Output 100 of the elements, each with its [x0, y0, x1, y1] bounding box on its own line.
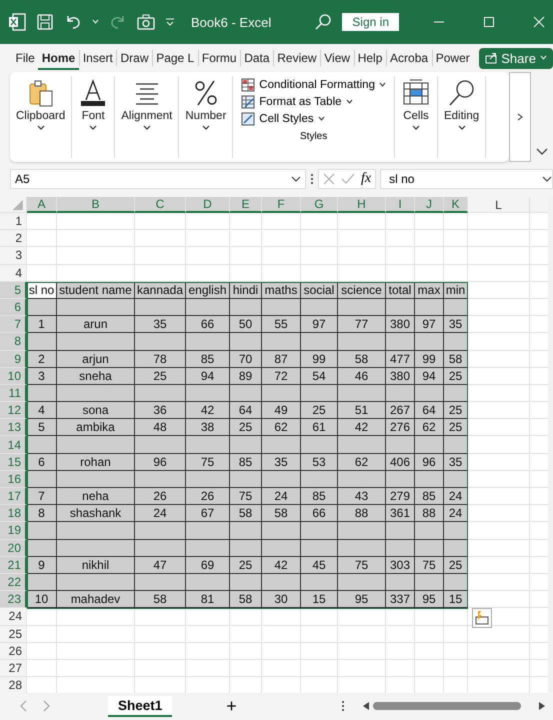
table-cell: 78 [135, 350, 186, 368]
row-header[interactable]: 21 [0, 556, 27, 574]
ribbon-tab[interactable]: Page L [152, 46, 198, 70]
row-header[interactable]: 13 [0, 419, 27, 436]
column-header[interactable]: F [262, 197, 301, 213]
table-cell: ambika [57, 419, 135, 436]
sign-in-button[interactable]: Sign in [342, 13, 399, 31]
table-cell: 53 [301, 454, 338, 471]
column-header[interactable]: E [230, 197, 262, 213]
row-header[interactable]: 22 [0, 574, 27, 592]
group-label: Styles [300, 131, 328, 142]
formula-input[interactable]: sl no [380, 169, 553, 189]
table-cell: 75 [338, 556, 386, 574]
ribbon-tab[interactable]: View [320, 46, 354, 70]
ribbon-group-label[interactable]: Alignment [121, 110, 172, 122]
table-cell: 88 [415, 505, 444, 522]
table-cell: 47 [135, 556, 186, 574]
table-cell: 24 [444, 505, 468, 522]
table-cell: 267 [386, 402, 415, 420]
table-cell: 99 [301, 350, 338, 368]
column-header[interactable]: K [444, 197, 468, 213]
row-header[interactable]: 17 [0, 488, 27, 506]
name-box[interactable]: A5 [10, 169, 306, 189]
row-header[interactable]: 20 [0, 540, 27, 557]
ribbon-tab[interactable]: Formu [198, 46, 240, 70]
row-header[interactable]: 11 [0, 384, 27, 402]
row-header[interactable]: 1 [0, 213, 27, 230]
row-header[interactable]: 14 [0, 436, 27, 454]
table-cell: arjun [57, 350, 135, 368]
row-header[interactable]: 12 [0, 402, 27, 420]
ribbon-tab[interactable]: Insert [79, 46, 116, 70]
column-header[interactable]: A [27, 197, 57, 213]
table-cell: 58 [262, 505, 301, 522]
table-cell: 7 [27, 488, 57, 506]
table-cell: 99 [415, 350, 444, 368]
ribbon-group-label[interactable]: Number [185, 110, 226, 122]
table-cell: 94 [415, 368, 444, 385]
ribbon-group-label[interactable]: Font [82, 110, 105, 122]
table-cell: 66 [301, 505, 338, 522]
row-header[interactable]: 15 [0, 454, 27, 471]
add-sheet-button[interactable]: + [226, 696, 237, 716]
insert-function-button[interactable]: fx [361, 171, 372, 187]
ribbon-group-label[interactable]: Clipboard [16, 110, 66, 122]
row-header[interactable]: 4 [0, 264, 27, 282]
style-menu-item[interactable]: Cell Styles [259, 113, 314, 125]
column-header[interactable]: L [468, 197, 530, 213]
row-header[interactable]: 16 [0, 470, 27, 488]
table-cell: 61 [301, 419, 338, 436]
column-header[interactable]: G [301, 197, 338, 213]
row-header[interactable]: 5 [0, 282, 27, 299]
ribbon-tab[interactable]: Power [432, 46, 474, 70]
ribbon-tab[interactable]: Draw [117, 46, 152, 70]
table-cell: 42 [186, 402, 230, 420]
row-header[interactable]: 2 [0, 230, 27, 248]
table-cell: 81 [186, 591, 230, 608]
style-menu-item[interactable]: Conditional Formatting [259, 79, 375, 91]
row-header[interactable]: 24 [0, 608, 27, 626]
column-header[interactable]: I [386, 197, 415, 213]
row-header[interactable]: 23 [0, 591, 27, 608]
sheet-tab[interactable]: Sheet1 [108, 696, 172, 716]
column-header[interactable]: H [338, 197, 386, 213]
row-header[interactable]: 9 [0, 350, 27, 368]
table-cell: 69 [186, 556, 230, 574]
row-header[interactable]: 7 [0, 316, 27, 334]
table-cell: 35 [444, 454, 468, 471]
row-header[interactable]: 28 [0, 677, 27, 693]
row-header[interactable]: 6 [0, 298, 27, 316]
table-cell: 58 [135, 591, 186, 608]
ribbon-group-label[interactable]: Editing [444, 110, 480, 122]
ribbon-group-label[interactable]: Cells [403, 110, 429, 122]
table-cell: 66 [186, 316, 230, 334]
row-header[interactable]: 8 [0, 333, 27, 350]
style-menu-item[interactable]: Format as Table [259, 96, 342, 108]
share-button[interactable]: Share [479, 48, 553, 68]
ribbon-tab[interactable]: Review [274, 46, 320, 70]
table-cell: 58 [444, 350, 468, 368]
table-cell: 35 [444, 316, 468, 334]
row-header[interactable]: 25 [0, 626, 27, 643]
table-cell: shashank [57, 505, 135, 522]
ribbon-tab[interactable]: File [12, 46, 38, 70]
row-header[interactable]: 18 [0, 505, 27, 522]
table-cell: 279 [386, 488, 415, 506]
ribbon-tab[interactable]: Data [240, 46, 274, 70]
column-header[interactable]: C [135, 197, 186, 213]
row-header[interactable]: 26 [0, 642, 27, 660]
table-cell: 75 [230, 488, 262, 506]
column-header[interactable]: J [415, 197, 444, 213]
row-header[interactable]: 3 [0, 247, 27, 265]
table-cell: 2 [27, 350, 57, 368]
row-header[interactable]: 27 [0, 660, 27, 678]
column-header[interactable]: D [186, 197, 230, 213]
table-cell: 85 [230, 454, 262, 471]
row-header[interactable]: 10 [0, 368, 27, 385]
table-cell: mahadev [57, 591, 135, 608]
table-cell: 24 [444, 488, 468, 506]
row-header[interactable]: 19 [0, 522, 27, 540]
column-header[interactable]: B [57, 197, 135, 213]
ribbon-tab[interactable]: Acroba [386, 46, 432, 70]
ribbon-tab[interactable]: Help [354, 46, 386, 70]
table-cell: 62 [338, 454, 386, 471]
